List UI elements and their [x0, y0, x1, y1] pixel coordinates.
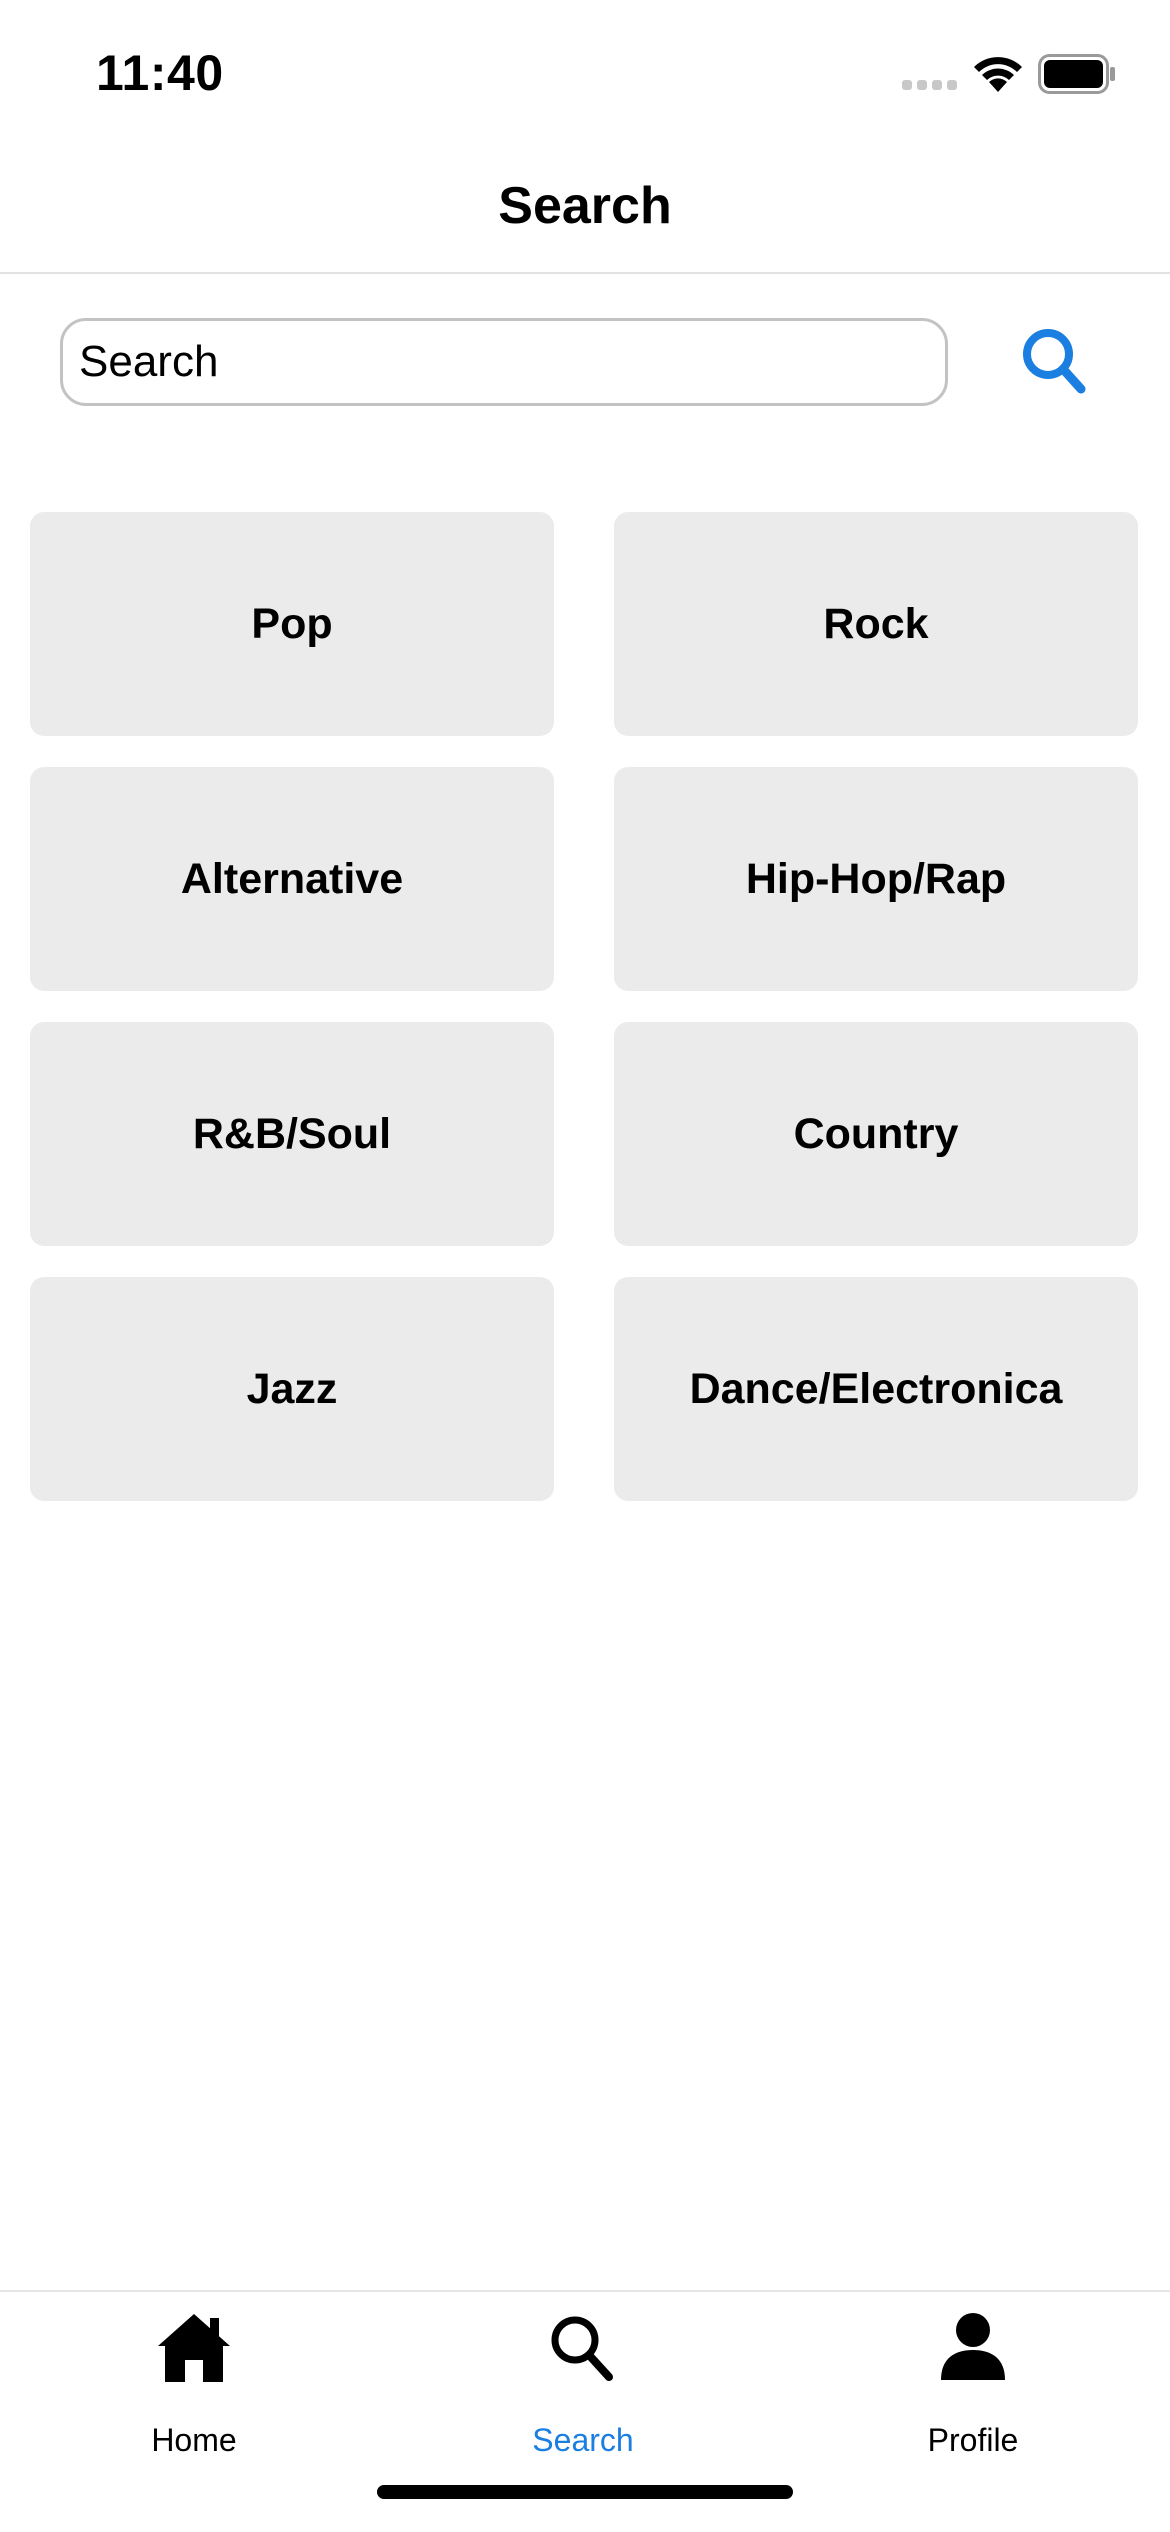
tab-label: Profile [927, 2422, 1019, 2458]
genre-tile-alternative[interactable]: Alternative [30, 767, 554, 991]
genre-tile-rnb-soul[interactable]: R&B/Soul [30, 1022, 554, 1246]
genre-label: Jazz [246, 1364, 338, 1413]
tab-search[interactable]: Search [463, 2310, 703, 2460]
genre-label: R&B/Soul [192, 1109, 392, 1158]
genre-label: Alternative [180, 854, 404, 903]
search-icon [551, 2316, 613, 2381]
genre-tile-jazz[interactable]: Jazz [30, 1277, 554, 1501]
tab-profile[interactable]: Profile [853, 2310, 1093, 2460]
home-indicator [377, 2485, 793, 2499]
genre-label: Rock [823, 599, 929, 648]
genre-tile-dance-electronica[interactable]: Dance/Electronica [614, 1277, 1138, 1501]
genre-label: Pop [251, 599, 333, 648]
genre-tile-pop[interactable]: Pop [30, 512, 554, 736]
genre-label: Country [793, 1109, 959, 1158]
genre-label: Dance/Electronica [689, 1364, 1063, 1413]
home-icon [158, 2314, 230, 2382]
person-icon [941, 2313, 1005, 2380]
search-icon [1023, 329, 1086, 394]
search-screen: 11:40 Search Pop [0, 0, 1170, 2532]
page-title: Search [498, 177, 672, 235]
signal-icon [902, 80, 957, 90]
wifi-icon [974, 57, 1022, 92]
genre-grid: Pop Rock Alternative Hip-Hop/Rap R&B/Sou… [30, 512, 1140, 1501]
tab-home[interactable]: Home [74, 2310, 314, 2460]
status-bar: 11:40 [0, 0, 1170, 140]
search-input[interactable] [60, 318, 948, 406]
nav-header: Search [0, 140, 1170, 274]
tab-label: Search [532, 2422, 634, 2458]
battery-icon [1038, 54, 1115, 94]
tab-label: Home [151, 2422, 237, 2458]
search-button[interactable] [1016, 322, 1096, 402]
genre-tile-country[interactable]: Country [614, 1022, 1138, 1246]
genre-tile-hip-hop-rap[interactable]: Hip-Hop/Rap [614, 767, 1138, 991]
status-time: 11:40 [96, 45, 224, 101]
genre-label: Hip-Hop/Rap [745, 854, 1007, 903]
genre-tile-rock[interactable]: Rock [614, 512, 1138, 736]
